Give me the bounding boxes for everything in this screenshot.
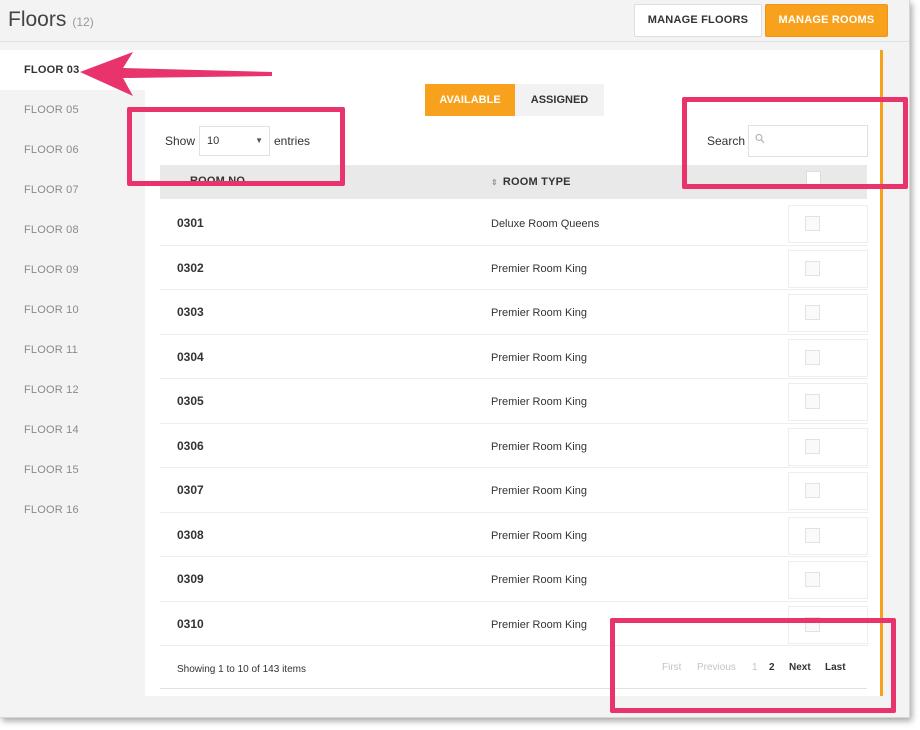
room-type: Premier Room King xyxy=(491,485,587,497)
checkbox-cell xyxy=(788,427,868,466)
row-checkbox[interactable] xyxy=(805,349,820,365)
checkbox-cell xyxy=(788,205,868,243)
room-number: 0305 xyxy=(177,394,204,408)
room-number: 0309 xyxy=(177,572,204,586)
annotation-box-pagination xyxy=(610,618,896,713)
table-row: 0309 Premier Room King xyxy=(160,557,868,602)
sidebar-item-floor-11[interactable]: FLOOR 11 xyxy=(0,330,145,370)
table-row: 0308 Premier Room King xyxy=(160,513,868,557)
table-row: 0307 Premier Room King xyxy=(160,468,868,513)
room-number: 0310 xyxy=(177,616,204,631)
floor-sidebar: FLOOR 03 FLOOR 05 FLOOR 06 FLOOR 07 FLOO… xyxy=(0,50,145,530)
room-number: 0304 xyxy=(177,349,204,364)
room-type: Premier Room King xyxy=(491,440,587,453)
row-checkbox[interactable] xyxy=(805,527,820,543)
room-number: 0302 xyxy=(177,260,204,275)
sidebar-item-floor-07[interactable]: FLOOR 07 xyxy=(0,170,145,210)
row-checkbox[interactable] xyxy=(805,216,820,231)
room-number: 0308 xyxy=(177,527,204,542)
room-type: Premier Room King xyxy=(491,262,587,275)
room-type: Premier Room King xyxy=(491,574,587,586)
room-type: Premier Room King xyxy=(491,307,587,319)
column-header-room-type[interactable]: ⇕ ROOM TYPE xyxy=(491,176,571,188)
floor-count: (12) xyxy=(72,15,94,29)
room-type: Premier Room King xyxy=(491,618,587,631)
sidebar-item-floor-08[interactable]: FLOOR 08 xyxy=(0,210,145,250)
annotation-box-show-entries xyxy=(127,107,345,186)
sidebar-item-floor-09[interactable]: FLOOR 09 xyxy=(0,250,145,290)
checkbox-cell xyxy=(788,561,868,599)
results-summary: Showing 1 to 10 of 143 items xyxy=(177,664,306,675)
room-type: Premier Room King xyxy=(491,396,587,408)
room-number: 0303 xyxy=(177,305,204,319)
column-header-room-type-label: ROOM TYPE xyxy=(502,176,571,188)
tab-assigned[interactable]: ASSIGNED xyxy=(515,84,604,116)
annotation-box-search xyxy=(682,97,908,189)
checkbox-cell xyxy=(788,249,868,288)
room-table-body: 0301 Deluxe Room Queens 0302 Premier Room … xyxy=(160,201,868,646)
room-number: 0307 xyxy=(177,483,204,497)
sort-icon: ⇕ xyxy=(491,178,498,187)
room-number: 0301 xyxy=(177,216,204,230)
row-checkbox[interactable] xyxy=(805,305,820,320)
sidebar-item-floor-10[interactable]: FLOOR 10 xyxy=(0,290,145,330)
checkbox-cell xyxy=(788,516,868,555)
checkbox-cell xyxy=(788,338,868,377)
room-type: Premier Room King xyxy=(491,529,587,542)
checkbox-cell xyxy=(788,383,868,421)
annotation-arrow xyxy=(80,52,272,96)
table-row: 0306 Premier Room King xyxy=(160,424,868,468)
manage-floors-button[interactable]: MANAGE FLOORS xyxy=(634,4,762,37)
sidebar-item-floor-14[interactable]: FLOOR 14 xyxy=(0,410,145,450)
sidebar-item-floor-12[interactable]: FLOOR 12 xyxy=(0,370,145,410)
row-checkbox[interactable] xyxy=(805,260,820,276)
sidebar-item-floor-06[interactable]: FLOOR 06 xyxy=(0,130,145,170)
table-row: 0303 Premier Room King xyxy=(160,290,868,335)
room-type: Premier Room King xyxy=(491,351,587,364)
manage-rooms-button[interactable]: MANAGE ROOMS xyxy=(765,4,888,37)
row-checkbox[interactable] xyxy=(805,572,820,587)
tab-available[interactable]: AVAILABLE xyxy=(425,84,515,116)
table-row: 0302 Premier Room King xyxy=(160,246,868,290)
page-header: Floors (12) MANAGE FLOORS MANAGE ROOMS xyxy=(0,0,909,42)
page-title-text: Floors xyxy=(8,8,67,31)
room-type: Deluxe Room Queens xyxy=(491,218,600,230)
checkbox-cell xyxy=(788,472,868,510)
sidebar-item-floor-16[interactable]: FLOOR 16 xyxy=(0,490,145,530)
row-checkbox[interactable] xyxy=(805,438,820,454)
table-row: 0301 Deluxe Room Queens xyxy=(160,201,868,246)
checkbox-cell xyxy=(788,294,868,332)
room-number: 0306 xyxy=(177,438,204,453)
row-checkbox[interactable] xyxy=(805,394,820,409)
table-row: 0304 Premier Room King xyxy=(160,335,868,379)
sidebar-item-floor-15[interactable]: FLOOR 15 xyxy=(0,450,145,490)
table-row: 0305 Premier Room King xyxy=(160,379,868,424)
row-checkbox[interactable] xyxy=(805,483,820,498)
page-title: Floors (12) xyxy=(8,8,94,32)
